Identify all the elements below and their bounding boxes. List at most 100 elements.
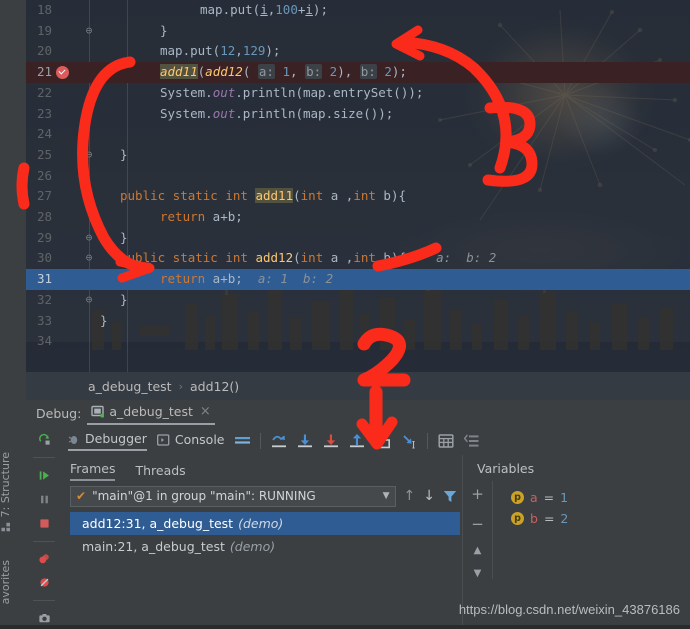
code-line[interactable]: 33} <box>0 311 690 332</box>
thread-selector-row[interactable]: ✔ "main"@1 in group "main": RUNNING ▼ ↑ … <box>62 483 457 509</box>
divider <box>33 457 55 458</box>
debug-session-tab[interactable]: a_debug_test × <box>87 402 215 425</box>
frames-threads-tabs[interactable]: Frames Threads <box>62 455 457 481</box>
frame-row[interactable]: add12:31, a_debug_test (demo) <box>70 512 460 535</box>
step-out-icon[interactable] <box>349 433 365 449</box>
breadcrumb-method[interactable]: add12() <box>190 379 239 394</box>
evaluate-expression-icon[interactable] <box>437 433 454 449</box>
code-line[interactable]: 22 System.out.println(map.entrySet()); <box>0 83 690 104</box>
chevron-down-icon[interactable]: ▼ <box>383 491 390 501</box>
breadcrumb[interactable]: a_debug_test › add12() <box>0 372 690 400</box>
left-tool-strip[interactable]: 7: Structure avorites <box>0 0 26 625</box>
layout-settings-icon[interactable] <box>234 435 250 448</box>
code-token: map.put( <box>200 2 261 17</box>
code-line[interactable]: 31 return a+b; a: 1 b: 2 <box>0 269 690 290</box>
fold-icon[interactable]: ⊖ <box>83 290 95 311</box>
code-text: } <box>100 311 108 332</box>
code-lines-container[interactable]: 18 map.put(i,100+i); 19 ⊖} 20 map.put(12,129)… <box>0 0 690 372</box>
debug-tool-window[interactable]: Debug: a_debug_test × Debugger Console F… <box>0 400 690 625</box>
code-line[interactable]: 26 <box>0 166 690 187</box>
variables-list[interactable]: p a = 1 p b = 2 <box>493 481 568 579</box>
code-line[interactable]: 34 <box>0 331 690 352</box>
variable-row[interactable]: p a = 1 <box>511 487 568 508</box>
threads-tab[interactable]: Threads <box>135 463 185 481</box>
sidebar-item-structure[interactable]: 7: Structure <box>0 452 12 532</box>
debugger-toolbar[interactable]: Debugger Console <box>62 427 690 455</box>
code-token: a+b; <box>205 209 243 224</box>
mute-breakpoints-button[interactable] <box>35 576 54 589</box>
code-token: add11 <box>160 64 198 80</box>
code-token: 1 <box>282 64 290 80</box>
settings-lines-icon[interactable] <box>463 433 480 449</box>
code-token: out <box>212 84 236 100</box>
code-editor[interactable]: 18 map.put(i,100+i); 19 ⊖} 20 map.put(12,129)… <box>0 0 690 372</box>
fold-icon[interactable]: ⊖ <box>83 228 95 249</box>
remove-watch-button[interactable]: − <box>471 515 484 533</box>
debug-session-name: a_debug_test <box>109 404 193 419</box>
code-token: System. <box>160 84 213 100</box>
frames-tab[interactable]: Frames <box>70 461 116 481</box>
step-over-icon[interactable] <box>297 433 313 449</box>
parameter-badge-icon: p <box>511 491 524 504</box>
frame-up-icon[interactable]: ↑ <box>404 488 416 504</box>
code-line[interactable]: 18 map.put(i,100+i); <box>0 0 690 21</box>
code-line[interactable]: 29 ⊖} <box>0 228 690 249</box>
fold-icon[interactable]: ⊖ <box>83 145 95 166</box>
run-config-icon <box>91 405 105 418</box>
fold-icon[interactable]: ⊖ <box>83 248 95 269</box>
settings-button[interactable] <box>35 612 54 625</box>
frame-filter-icon[interactable] <box>443 489 457 503</box>
code-line[interactable]: 23 System.out.println(map.size()); <box>0 104 690 125</box>
code-line[interactable]: 24 <box>0 124 690 145</box>
code-line[interactable]: 20 map.put(12,129); <box>0 41 690 62</box>
code-text: System.out.println(map.entrySet()); <box>160 83 423 104</box>
run-to-cursor-icon[interactable] <box>401 433 417 449</box>
code-token: ( <box>293 188 301 204</box>
bug-icon <box>68 435 78 444</box>
rerun-button[interactable] <box>35 433 54 446</box>
variable-row[interactable]: p b = 2 <box>511 508 568 529</box>
frame-down-icon[interactable]: ↓ <box>423 488 435 504</box>
variables-side-buttons[interactable]: + − ▲ ▼ <box>463 481 493 579</box>
code-line[interactable]: 19 ⊖} <box>0 21 690 42</box>
move-up-button[interactable]: ▲ <box>474 545 482 556</box>
pause-program-button[interactable] <box>35 493 54 506</box>
variables-pane[interactable]: Variables + − ▲ ▼ p a = 1 p b = 2 <box>462 455 690 625</box>
code-line[interactable]: 32 ⊖} <box>0 290 690 311</box>
resume-program-button[interactable] <box>35 469 54 482</box>
close-icon[interactable]: × <box>200 404 211 419</box>
thread-select[interactable]: ✔ "main"@1 in group "main": RUNNING ▼ <box>70 485 396 507</box>
fold-icon[interactable]: ⊖ <box>83 186 95 207</box>
divider <box>33 540 55 542</box>
code-token: out <box>212 105 236 121</box>
code-line[interactable]: 27 ⊖ public static int add11(int a ,int b)… <box>0 186 690 207</box>
frame-row[interactable]: main:21, a_debug_test (demo) <box>70 535 460 558</box>
debugger-tab[interactable]: Debugger <box>68 431 147 451</box>
force-step-into-icon[interactable] <box>323 433 339 449</box>
code-token: return <box>160 271 206 287</box>
stop-button[interactable] <box>35 517 54 530</box>
breakpoint-icon[interactable] <box>56 66 69 80</box>
sidebar-item-favorites[interactable]: avorites <box>0 560 12 604</box>
code-text: return a+b; a: 1 b: 2 <box>160 269 333 290</box>
code-token: i <box>305 2 313 17</box>
code-line[interactable]: 28 return a+b; <box>0 207 690 228</box>
code-line[interactable]: 30 ⊖ public static int add12(int a ,int b)… <box>0 248 690 269</box>
code-token: map.put( <box>160 43 221 59</box>
move-down-button[interactable]: ▼ <box>474 568 482 579</box>
add-watch-button[interactable]: + <box>471 485 484 503</box>
code-text: } <box>120 228 128 249</box>
show-execution-point-icon[interactable] <box>271 433 287 449</box>
drop-frame-icon[interactable] <box>375 433 391 449</box>
code-line[interactable]: 21 add11(add12( a: 1, b: 2), b: 2); <box>0 62 690 83</box>
console-tab[interactable]: Console <box>156 432 225 450</box>
code-text: add11(add12( a: 1, b: 2), b: 2); <box>160 62 407 83</box>
code-line[interactable]: 25 ⊖} <box>0 145 690 166</box>
debug-actions-column[interactable] <box>26 427 62 625</box>
frames-list[interactable]: add12:31, a_debug_test (demo) main:21, a_d… <box>70 512 460 558</box>
code-token: ); <box>391 64 407 80</box>
breadcrumb-class[interactable]: a_debug_test <box>88 379 172 394</box>
code-token: public static int <box>120 250 256 266</box>
view-breakpoints-button[interactable] <box>35 552 54 565</box>
fold-icon[interactable]: ⊖ <box>83 21 95 42</box>
